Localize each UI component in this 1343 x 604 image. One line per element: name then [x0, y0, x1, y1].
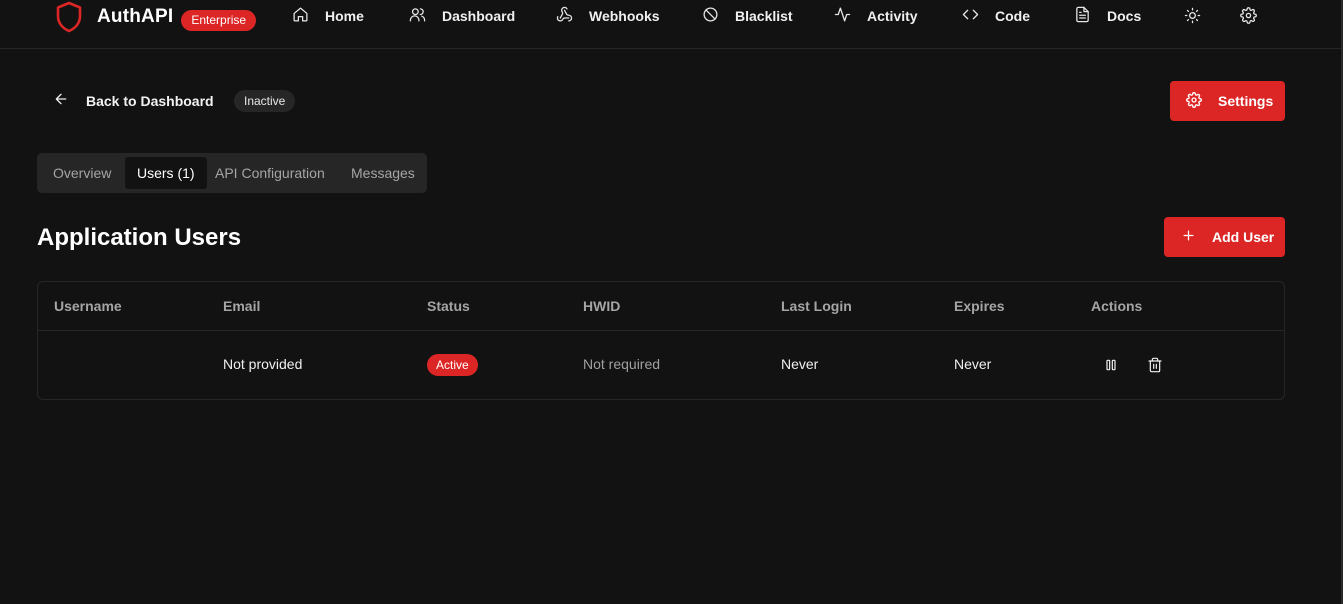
tab-api-configuration[interactable]: API Configuration [215, 157, 325, 189]
column-header-email: Email [223, 298, 261, 314]
nav-item-webhooks[interactable]: Webhooks [556, 6, 660, 26]
activity-icon [834, 6, 867, 26]
arrow-left-icon [53, 91, 86, 110]
nav-label-dashboard: Dashboard [442, 8, 516, 24]
back-label: Back to Dashboard [86, 92, 214, 109]
back-to-dashboard-link[interactable]: Back to Dashboard [53, 91, 214, 110]
nav-item-blacklist[interactable]: Blacklist [702, 6, 793, 26]
app-status-badge: Inactive [234, 90, 296, 112]
nav-label-activity: Activity [867, 8, 918, 24]
users-icon [409, 6, 442, 26]
nav-label-docs: Docs [1107, 8, 1142, 24]
add-user-button[interactable]: Add User [1164, 217, 1285, 257]
gear-icon [1186, 91, 1218, 111]
users-table: Username Email Status HWID Last Login Ex… [37, 281, 1285, 400]
tab-users[interactable]: Users (1) [125, 157, 207, 189]
top-navbar: AuthAPI Enterprise Home Dashboard Webhoo… [0, 0, 1343, 49]
cell-last-login: Never [781, 356, 819, 372]
table-header: Username Email Status HWID Last Login Ex… [38, 282, 1284, 331]
nav-item-code[interactable]: Code [962, 6, 1030, 26]
theme-toggle-button[interactable] [1184, 7, 1202, 25]
tab-list: Overview Users (1) API Configuration Mes… [37, 153, 427, 193]
section-title: Application Users [37, 224, 242, 251]
nav-label-webhooks: Webhooks [589, 8, 660, 24]
nav-item-home[interactable]: Home [292, 6, 364, 26]
home-icon [292, 6, 325, 26]
column-header-actions: Actions [1091, 298, 1143, 314]
plus-icon [1181, 228, 1212, 246]
shield-logo-icon [55, 1, 83, 33]
plan-badge: Enterprise [181, 9, 257, 31]
nav-label-home: Home [325, 8, 364, 24]
column-header-expires: Expires [954, 298, 1005, 314]
pause-icon [1103, 359, 1119, 377]
tab-overview[interactable]: Overview [53, 157, 111, 189]
gear-icon [1240, 7, 1257, 28]
column-header-hwid: HWID [583, 298, 621, 314]
nav-label-blacklist: Blacklist [735, 8, 793, 24]
delete-user-button[interactable] [1147, 357, 1163, 373]
webhook-icon [556, 6, 589, 26]
sun-icon [1184, 7, 1201, 28]
cell-expires: Never [954, 356, 992, 372]
cell-hwid: Not required [583, 356, 661, 372]
settings-button-label: Settings [1218, 93, 1274, 109]
add-user-button-label: Add User [1212, 229, 1275, 245]
file-icon [1074, 6, 1107, 26]
nav-item-dashboard[interactable]: Dashboard [409, 6, 515, 26]
brand-name: AuthAPI [97, 6, 174, 27]
column-header-last-login: Last Login [781, 298, 852, 314]
nav-settings-button[interactable] [1240, 7, 1258, 25]
column-header-username: Username [54, 298, 122, 314]
pause-user-button[interactable] [1103, 357, 1119, 373]
nav-item-docs[interactable]: Docs [1074, 6, 1141, 26]
settings-button[interactable]: Settings [1170, 81, 1285, 121]
nav-item-activity[interactable]: Activity [834, 6, 918, 26]
trash-icon [1147, 357, 1163, 377]
column-header-status: Status [427, 298, 470, 314]
table-row: Not provided Active Not required Never N… [38, 331, 1284, 399]
nav-label-code: Code [995, 8, 1030, 24]
code-icon [962, 6, 995, 26]
tab-messages[interactable]: Messages [351, 157, 415, 189]
cell-email: Not provided [223, 356, 303, 372]
brand[interactable]: AuthAPI Enterprise [55, 0, 257, 34]
user-status-badge: Active [427, 354, 478, 376]
ban-icon [702, 6, 735, 26]
